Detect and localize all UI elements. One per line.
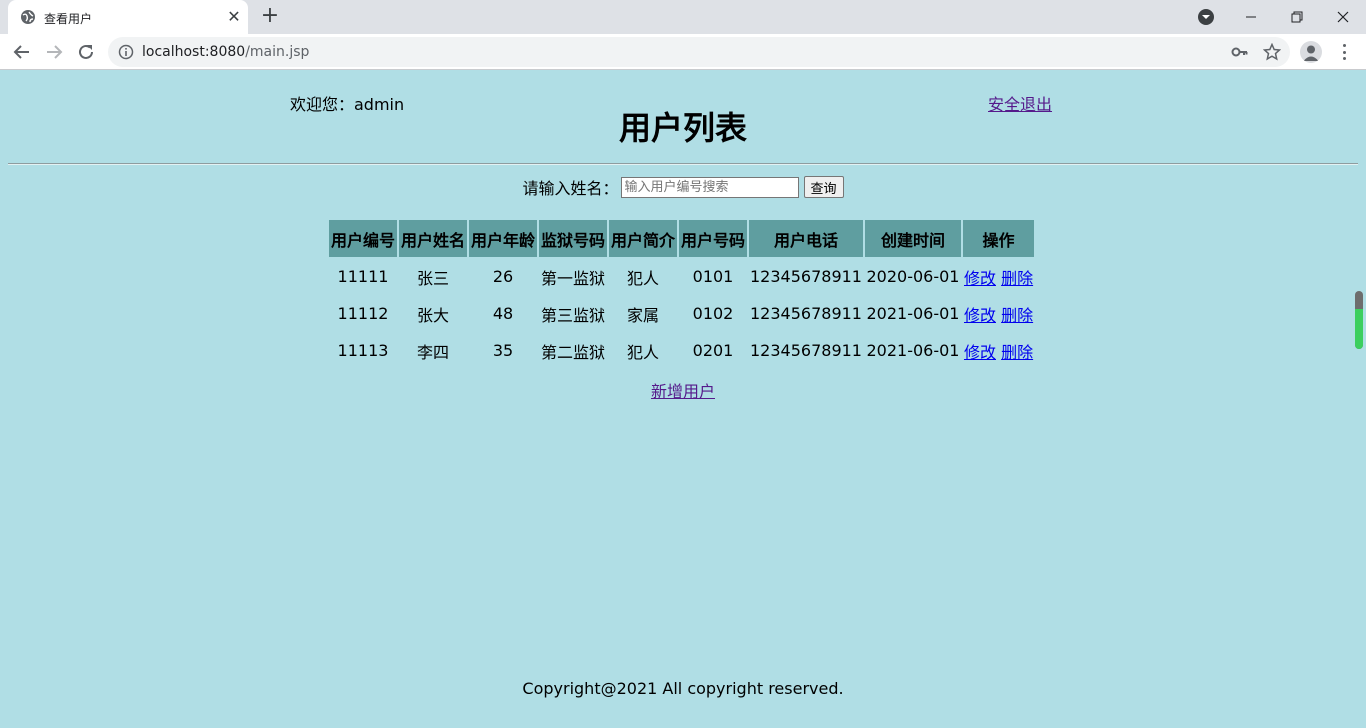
- add-user-link[interactable]: 新增用户: [651, 382, 715, 401]
- browser-tab[interactable]: 查看用户 ✕: [8, 0, 248, 34]
- footer-copyright: Copyright@2021 All copyright reserved.: [522, 679, 844, 698]
- column-header: 监狱号码: [539, 220, 607, 257]
- search-button[interactable]: 查询: [803, 176, 844, 198]
- cell-created: 2020-06-01: [866, 267, 960, 286]
- cell-user-age: 48: [492, 304, 514, 323]
- search-form: 请输入姓名： 查询: [0, 175, 1366, 199]
- cell-phone: 12345678911: [750, 304, 862, 323]
- edit-link[interactable]: 修改: [964, 343, 996, 362]
- back-icon[interactable]: [10, 40, 34, 64]
- new-tab-icon[interactable]: +: [258, 5, 282, 29]
- tab-title: 查看用户: [44, 12, 93, 26]
- cell-prison: 第三监狱: [540, 305, 605, 325]
- info-icon[interactable]: [118, 44, 134, 60]
- column-header: 用户姓名: [399, 220, 467, 257]
- url-text: localhost:8080/main.jsp: [142, 44, 310, 60]
- cell-intro: 犯人: [626, 342, 659, 362]
- close-window-icon[interactable]: [1320, 0, 1366, 34]
- cell-user-id: 11113: [337, 341, 389, 360]
- browser-menu-icon[interactable]: [1335, 42, 1353, 62]
- table-row: 11113 李四 35 第二监狱 犯人 0201 12345678911 202…: [329, 333, 1034, 368]
- minimize-icon[interactable]: [1228, 0, 1274, 34]
- cell-phone: 12345678911: [750, 341, 862, 360]
- cell-user-age: 26: [492, 267, 514, 286]
- cell-user-name: 李四: [416, 342, 449, 362]
- cell-intro: 家属: [626, 305, 659, 325]
- column-header: 用户电话: [749, 220, 863, 257]
- column-header: 用户简介: [609, 220, 677, 257]
- column-header: 用户编号: [329, 220, 397, 257]
- browser-tab-bar: 查看用户 ✕ +: [0, 0, 1366, 34]
- cell-prison: 第二监狱: [540, 342, 605, 362]
- page-title: 用户列表: [618, 109, 747, 147]
- search-label: 请输入姓名：: [522, 179, 619, 198]
- column-header: 创建时间: [864, 220, 961, 257]
- add-user-row: 新增用户: [0, 378, 1366, 402]
- key-icon[interactable]: [1230, 42, 1250, 62]
- cell-intro: 犯人: [626, 268, 659, 288]
- divider: [8, 163, 1358, 165]
- cell-actions: 修改 删除: [963, 333, 1034, 368]
- page-content: 欢迎您：admin 安全退出 用户列表 请输入姓名： 查询 用户编号 用户姓名 …: [0, 71, 1366, 728]
- user-table: 用户编号 用户姓名 用户年龄 监狱号码 用户简介 用户号码 用户电话 创建时间 …: [327, 218, 1036, 370]
- table-row: 11112 张大 48 第三监狱 家属 0102 12345678911 202…: [329, 296, 1034, 331]
- edit-link[interactable]: 修改: [964, 306, 996, 325]
- cell-prison: 第一监狱: [540, 268, 605, 288]
- globe-icon: [21, 10, 35, 24]
- cell-created: 2021-06-01: [866, 304, 960, 323]
- table-header-row: 用户编号 用户姓名 用户年龄 监狱号码 用户简介 用户号码 用户电话 创建时间 …: [329, 220, 1035, 257]
- cell-user-name: 张三: [416, 268, 449, 288]
- forward-icon[interactable]: [42, 40, 66, 64]
- cell-actions: 修改 删除: [963, 259, 1034, 294]
- restore-icon[interactable]: [1274, 0, 1320, 34]
- column-header: 用户年龄: [469, 220, 537, 257]
- cell-user-number: 0102: [692, 304, 734, 323]
- cell-user-id: 11111: [337, 267, 389, 286]
- search-input[interactable]: [620, 176, 799, 198]
- cell-user-number: 0201: [692, 341, 734, 360]
- cell-user-id: 11112: [337, 304, 389, 323]
- cell-phone: 12345678911: [750, 267, 862, 286]
- cell-user-name: 张大: [416, 305, 449, 325]
- delete-link[interactable]: 删除: [1001, 343, 1033, 362]
- cell-user-age: 35: [492, 341, 514, 360]
- close-tab-icon[interactable]: ✕: [224, 7, 244, 27]
- cell-actions: 修改 删除: [963, 296, 1034, 331]
- cell-user-number: 0101: [692, 267, 734, 286]
- address-bar[interactable]: localhost:8080/main.jsp: [108, 37, 1290, 67]
- delete-link[interactable]: 删除: [1001, 306, 1033, 325]
- reload-icon[interactable]: [74, 40, 98, 64]
- edit-link[interactable]: 修改: [964, 269, 996, 288]
- tab-search-icon[interactable]: [1197, 8, 1215, 26]
- cell-created: 2021-06-01: [866, 341, 960, 360]
- bookmark-star-icon[interactable]: [1262, 42, 1282, 62]
- delete-link[interactable]: 删除: [1001, 269, 1033, 288]
- browser-toolbar: localhost:8080/main.jsp: [0, 34, 1366, 70]
- table-row: 11111 张三 26 第一监狱 犯人 0101 12345678911 202…: [329, 259, 1034, 294]
- profile-avatar-icon[interactable]: [1300, 41, 1322, 63]
- column-header: 操作: [962, 220, 1035, 257]
- column-header: 用户号码: [679, 220, 747, 257]
- scroll-indicator[interactable]: [1355, 291, 1363, 349]
